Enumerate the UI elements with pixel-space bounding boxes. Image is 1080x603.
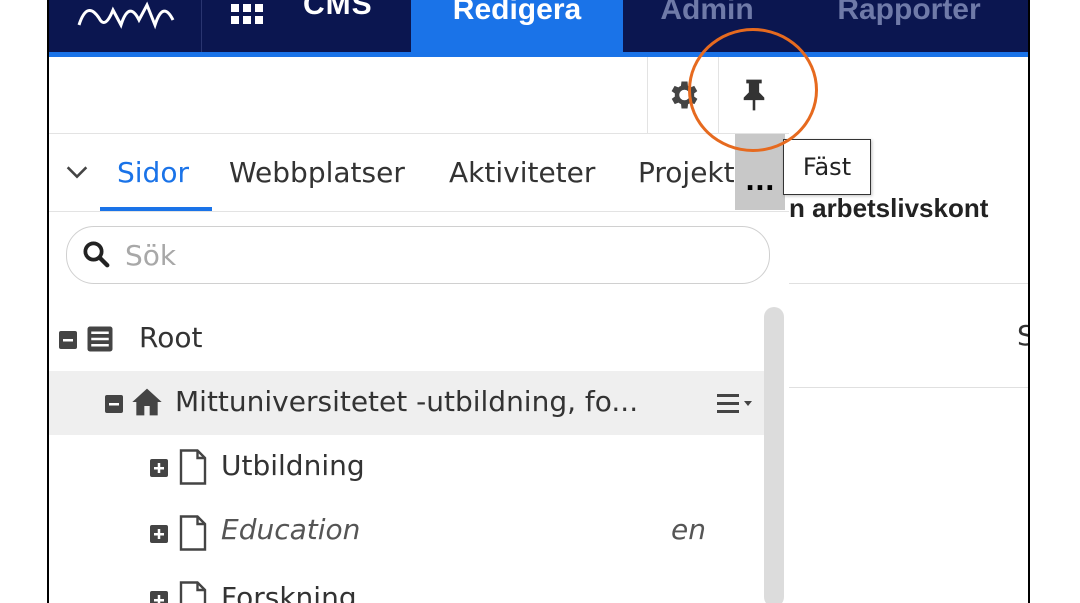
language-badge: en [671,513,706,546]
highlight-circle [688,28,818,152]
expand-icon[interactable] [150,459,168,477]
content-heading: n arbetslivskont [789,193,989,223]
expand-icon[interactable] [150,591,168,603]
tree-item-label: Forskning [221,581,357,603]
tab-projekt[interactable]: Projekt [638,156,736,189]
expand-icon[interactable] [150,525,168,543]
tab-sidor[interactable]: Sidor [117,156,189,189]
search-icon [83,241,110,268]
product-name: CMS [303,0,373,21]
pin-tooltip: Fäst [783,139,871,195]
home-icon [132,388,162,416]
pane-toolbar [49,57,789,134]
list-icon [87,326,113,352]
nav-tab-label: Redigera [452,0,582,26]
tab-aktiviteter[interactable]: Aktiviteter [449,156,595,189]
divider [789,283,1028,284]
gadget-tabs: Sidor Webbplatser Aktiviteter Projekt [49,134,789,212]
tree-item-label: Mittuniversitetet -utbildning, fo... [175,385,639,418]
tree-item-utbildning[interactable]: Utbildning [49,435,764,499]
tree-item-root[interactable]: Root [49,307,764,371]
nav-tab-rapporter[interactable]: Rapporter [819,0,999,52]
divider [789,387,1028,388]
tree-item-label: Education [221,513,361,546]
tree-item-label: Root [139,321,203,354]
nav-tab-label: Rapporter [837,0,981,26]
tree-item-label: Utbildning [221,449,365,482]
navigation-pane: Sidor Webbplatser Aktiviteter Projekt ..… [49,57,790,603]
tab-webbplatser[interactable]: Webbplatser [229,156,405,189]
collapse-icon[interactable] [59,331,77,349]
tree-item-forskning[interactable]: Forskning [49,565,764,603]
episerver-logo [77,1,175,30]
top-navigation: CMS Redigera Admin Rapporter [49,0,1028,52]
page-icon [179,449,207,485]
page-icon [179,581,207,603]
search-box [66,226,770,284]
tree-item-mittuniversitetet[interactable]: Mittuniversitetet -utbildning, fo... [49,371,764,435]
search-input[interactable] [123,233,727,277]
nav-tab-label: Admin [660,0,754,26]
app-menu-icon[interactable] [231,4,263,24]
nav-tab-redigera[interactable]: Redigera [411,0,623,52]
tree-scrollbar[interactable] [764,307,784,603]
context-menu-icon[interactable] [717,391,757,415]
app-frame: CMS Redigera Admin Rapporter Sidor Webbp… [47,0,1030,603]
chevron-down-icon[interactable] [63,158,91,186]
page-icon [179,515,207,551]
nav-separator [201,0,202,52]
collapse-icon[interactable] [105,395,123,413]
active-tab-indicator [100,207,212,211]
column-header: S [1017,319,1028,352]
tree-item-education[interactable]: Education en [49,499,764,563]
